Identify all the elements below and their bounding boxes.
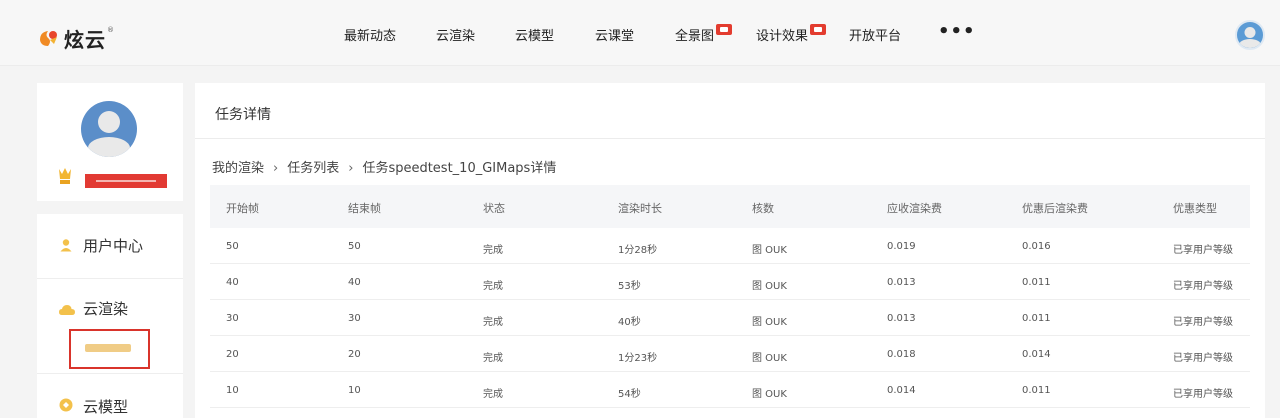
- profile-card: [37, 83, 183, 201]
- nav-item-cloud-class[interactable]: 云课堂: [595, 25, 634, 44]
- breadcrumb-item-my-render[interactable]: 我的渲染: [212, 161, 264, 176]
- breadcrumb-chevron-icon: ›: [273, 161, 279, 176]
- cell-fee: 0.014: [887, 385, 916, 396]
- breadcrumb: 我的渲染 › 任务列表 › 任务speedtest_10_GIMaps详情: [212, 157, 556, 176]
- cell-fee: 0.013: [887, 313, 916, 324]
- cell-end-frame: 20: [348, 349, 361, 360]
- nav-item-panorama-label: 全景图: [675, 29, 715, 44]
- cell-discounted-fee: 0.016: [1022, 241, 1051, 252]
- table-row[interactable]: 50 50 完成 1分28秒 图 OUK 0.019 0.016 已享用户等级: [210, 228, 1250, 264]
- cell-discount-type: 已享用户等级: [1173, 353, 1233, 364]
- cell-discount-type: 已享用户等级: [1173, 281, 1233, 292]
- more-menu-icon[interactable]: •••: [938, 21, 976, 42]
- user-avatar[interactable]: [1235, 20, 1265, 50]
- vip-level-bar: [85, 174, 167, 188]
- top-navbar: 炫云 ® 最新动态 云渲染 云模型 云课堂 全景图 设计效果 开放平台 •••: [0, 0, 1280, 66]
- cell-discount-type: 已享用户等级: [1173, 245, 1233, 256]
- sidebar-item-cloud-model[interactable]: 云模型: [37, 374, 183, 418]
- breadcrumb-item-current: 任务speedtest_10_GIMaps详情: [362, 161, 557, 176]
- cell-start-frame: 30: [226, 313, 239, 324]
- cell-start-frame: 40: [226, 277, 239, 288]
- column-header-duration[interactable]: 渲染时长: [618, 200, 662, 216]
- cell-cores: 图 OUK: [752, 281, 787, 292]
- cell-duration: 54秒: [618, 389, 641, 400]
- column-header-discount-type[interactable]: 优惠类型: [1173, 200, 1217, 216]
- column-header-cores[interactable]: 核数: [752, 200, 774, 216]
- cell-end-frame: 50: [348, 241, 361, 252]
- column-header-start-frame[interactable]: 开始帧: [226, 200, 259, 216]
- cell-cores: 图 OUK: [752, 317, 787, 328]
- logo-icon: [36, 26, 60, 50]
- page-title: 任务详情: [215, 107, 271, 123]
- cell-discount-type: 已享用户等级: [1173, 389, 1233, 400]
- cell-duration: 1分23秒: [618, 353, 658, 364]
- cell-start-frame: 10: [226, 385, 239, 396]
- cell-discounted-fee: 0.014: [1022, 349, 1051, 360]
- sidebar-subitem-highlighted[interactable]: [69, 329, 150, 369]
- cell-end-frame: 40: [348, 277, 361, 288]
- cell-status: 完成: [483, 245, 503, 256]
- sidebar-menu: 用户中心 云渲染 云模型: [37, 214, 183, 418]
- nav-item-design[interactable]: 设计效果: [756, 24, 827, 44]
- cell-duration: 53秒: [618, 281, 641, 292]
- cell-start-frame: 50: [226, 241, 239, 252]
- cell-duration: 1分28秒: [618, 245, 658, 256]
- nav-item-cloud-model[interactable]: 云模型: [515, 25, 554, 44]
- cell-status: 完成: [483, 281, 503, 292]
- new-badge-icon: [716, 24, 733, 35]
- vip-crown-icon: [57, 167, 73, 185]
- user-icon: [59, 237, 73, 252]
- table-row[interactable]: 20 20 完成 1分23秒 图 OUK 0.018 0.014 已享用户等级: [210, 336, 1250, 372]
- cell-status: 完成: [483, 317, 503, 328]
- table-row[interactable]: 10 10 完成 54秒 图 OUK 0.014 0.011 已享用户等级: [210, 372, 1250, 408]
- cell-status: 完成: [483, 353, 503, 364]
- column-header-status[interactable]: 状态: [483, 200, 505, 216]
- cell-status: 完成: [483, 389, 503, 400]
- cell-start-frame: 20: [226, 349, 239, 360]
- cell-end-frame: 30: [348, 313, 361, 324]
- breadcrumb-chevron-icon: ›: [348, 161, 354, 176]
- nav-item-open-platform[interactable]: 开放平台: [849, 25, 901, 44]
- cell-fee: 0.013: [887, 277, 916, 288]
- breadcrumb-item-task-list[interactable]: 任务列表: [287, 161, 339, 176]
- cell-discounted-fee: 0.011: [1022, 313, 1051, 324]
- model-icon: [59, 397, 73, 412]
- nav-item-cloud-render[interactable]: 云渲染: [436, 25, 475, 44]
- cell-discounted-fee: 0.011: [1022, 385, 1051, 396]
- sidebar-item-label: 用户中心: [83, 237, 144, 255]
- table-row[interactable]: 30 30 完成 40秒 图 OUK 0.013 0.011 已享用户等级: [210, 300, 1250, 336]
- brand-logo[interactable]: 炫云 ®: [36, 24, 114, 52]
- cell-fee: 0.019: [887, 241, 916, 252]
- sidebar-item-label: 云渲染: [83, 300, 129, 318]
- sidebar-item-label: 云模型: [83, 398, 129, 416]
- nav-item-design-label: 设计效果: [756, 29, 809, 44]
- table-row[interactable]: 40 40 完成 53秒 图 OUK 0.013 0.011 已享用户等级: [210, 264, 1250, 300]
- task-detail-panel: 任务详情 我的渲染 › 任务列表 › 任务speedtest_10_GIMaps详情 开…: [195, 83, 1265, 418]
- nav-item-panorama[interactable]: 全景图: [675, 24, 733, 44]
- cell-end-frame: 10: [348, 385, 361, 396]
- cell-fee: 0.018: [887, 349, 916, 360]
- cell-discounted-fee: 0.011: [1022, 277, 1051, 288]
- frames-table: 开始帧 结束帧 状态 渲染时长 核数 应收渲染费 优惠后渲染费 优惠类型 50 …: [210, 185, 1250, 408]
- cell-discount-type: 已享用户等级: [1173, 317, 1233, 328]
- brand-reg-mark: ®: [107, 26, 114, 34]
- column-header-discounted-fee[interactable]: 优惠后渲染费: [1022, 200, 1088, 216]
- cell-cores: 图 OUK: [752, 389, 787, 400]
- new-badge-icon: [810, 24, 827, 35]
- cell-cores: 图 OUK: [752, 245, 787, 256]
- cell-duration: 40秒: [618, 317, 641, 328]
- column-header-fee[interactable]: 应收渲染费: [887, 200, 942, 216]
- cloud-icon: [59, 301, 75, 315]
- sidebar-item-user-center[interactable]: 用户中心: [37, 214, 183, 274]
- nav-item-news[interactable]: 最新动态: [344, 25, 396, 44]
- profile-avatar[interactable]: [81, 101, 137, 157]
- cell-cores: 图 OUK: [752, 353, 787, 364]
- table-header: 开始帧 结束帧 状态 渲染时长 核数 应收渲染费 优惠后渲染费 优惠类型: [210, 185, 1250, 228]
- column-header-end-frame[interactable]: 结束帧: [348, 200, 381, 216]
- brand-name: 炫云: [64, 27, 106, 52]
- title-divider: [195, 138, 1265, 139]
